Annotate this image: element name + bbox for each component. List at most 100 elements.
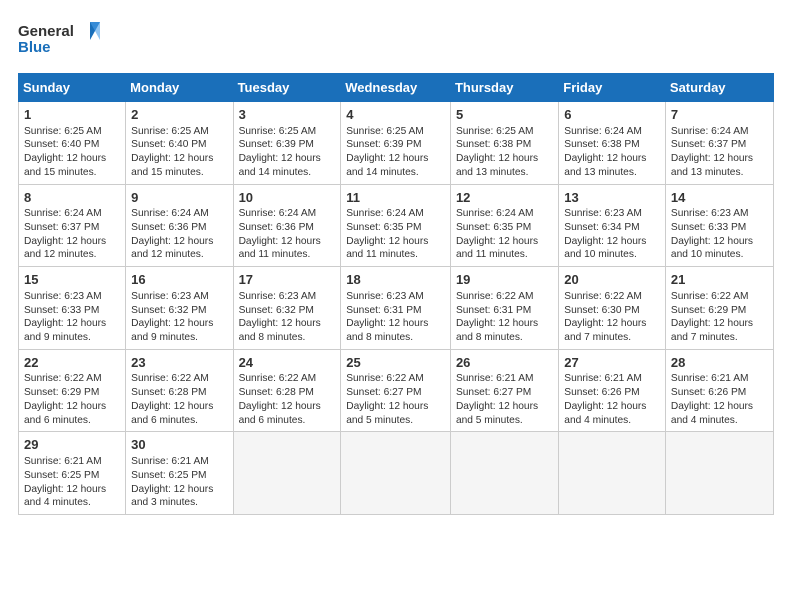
calendar-cell: 18Sunrise: 6:23 AMSunset: 6:31 PMDayligh… — [341, 267, 451, 350]
day-info: Sunrise: 6:23 AMSunset: 6:32 PMDaylight:… — [131, 290, 227, 345]
calendar-cell: 6Sunrise: 6:24 AMSunset: 6:38 PMDaylight… — [559, 102, 666, 185]
day-number: 26 — [456, 354, 553, 372]
day-info: Sunrise: 6:22 AMSunset: 6:28 PMDaylight:… — [239, 372, 336, 427]
day-number: 8 — [24, 189, 120, 207]
calendar-cell: 25Sunrise: 6:22 AMSunset: 6:27 PMDayligh… — [341, 349, 451, 432]
calendar-week-row: 1Sunrise: 6:25 AMSunset: 6:40 PMDaylight… — [19, 102, 774, 185]
calendar-table: Sunday Monday Tuesday Wednesday Thursday… — [18, 73, 774, 515]
day-info: Sunrise: 6:24 AMSunset: 6:37 PMDaylight:… — [24, 207, 120, 262]
calendar-cell: 17Sunrise: 6:23 AMSunset: 6:32 PMDayligh… — [233, 267, 341, 350]
calendar-cell — [450, 432, 558, 515]
day-number: 13 — [564, 189, 660, 207]
calendar-cell — [233, 432, 341, 515]
day-info: Sunrise: 6:24 AMSunset: 6:36 PMDaylight:… — [239, 207, 336, 262]
day-info: Sunrise: 6:21 AMSunset: 6:26 PMDaylight:… — [671, 372, 768, 427]
day-info: Sunrise: 6:24 AMSunset: 6:35 PMDaylight:… — [346, 207, 445, 262]
day-info: Sunrise: 6:21 AMSunset: 6:25 PMDaylight:… — [131, 455, 227, 510]
day-number: 28 — [671, 354, 768, 372]
col-saturday: Saturday — [665, 74, 773, 102]
day-info: Sunrise: 6:23 AMSunset: 6:33 PMDaylight:… — [671, 207, 768, 262]
day-number: 9 — [131, 189, 227, 207]
day-number: 23 — [131, 354, 227, 372]
calendar-cell: 1Sunrise: 6:25 AMSunset: 6:40 PMDaylight… — [19, 102, 126, 185]
calendar-cell: 23Sunrise: 6:22 AMSunset: 6:28 PMDayligh… — [126, 349, 233, 432]
day-info: Sunrise: 6:21 AMSunset: 6:27 PMDaylight:… — [456, 372, 553, 427]
calendar-cell: 29Sunrise: 6:21 AMSunset: 6:25 PMDayligh… — [19, 432, 126, 515]
calendar-cell: 9Sunrise: 6:24 AMSunset: 6:36 PMDaylight… — [126, 184, 233, 267]
day-info: Sunrise: 6:25 AMSunset: 6:39 PMDaylight:… — [239, 125, 336, 180]
calendar-cell: 28Sunrise: 6:21 AMSunset: 6:26 PMDayligh… — [665, 349, 773, 432]
day-number: 2 — [131, 106, 227, 124]
day-info: Sunrise: 6:22 AMSunset: 6:27 PMDaylight:… — [346, 372, 445, 427]
day-number: 16 — [131, 271, 227, 289]
calendar-cell: 30Sunrise: 6:21 AMSunset: 6:25 PMDayligh… — [126, 432, 233, 515]
day-number: 18 — [346, 271, 445, 289]
logo-icon: General Blue — [18, 18, 108, 63]
calendar-week-row: 29Sunrise: 6:21 AMSunset: 6:25 PMDayligh… — [19, 432, 774, 515]
calendar-week-row: 15Sunrise: 6:23 AMSunset: 6:33 PMDayligh… — [19, 267, 774, 350]
day-info: Sunrise: 6:21 AMSunset: 6:26 PMDaylight:… — [564, 372, 660, 427]
calendar-cell: 15Sunrise: 6:23 AMSunset: 6:33 PMDayligh… — [19, 267, 126, 350]
calendar-cell — [341, 432, 451, 515]
logo: General Blue — [18, 18, 108, 63]
day-number: 1 — [24, 106, 120, 124]
day-number: 30 — [131, 436, 227, 454]
calendar-cell: 16Sunrise: 6:23 AMSunset: 6:32 PMDayligh… — [126, 267, 233, 350]
day-number: 5 — [456, 106, 553, 124]
day-info: Sunrise: 6:23 AMSunset: 6:34 PMDaylight:… — [564, 207, 660, 262]
calendar-cell: 26Sunrise: 6:21 AMSunset: 6:27 PMDayligh… — [450, 349, 558, 432]
day-number: 14 — [671, 189, 768, 207]
day-info: Sunrise: 6:24 AMSunset: 6:38 PMDaylight:… — [564, 125, 660, 180]
day-number: 6 — [564, 106, 660, 124]
col-monday: Monday — [126, 74, 233, 102]
calendar-cell: 19Sunrise: 6:22 AMSunset: 6:31 PMDayligh… — [450, 267, 558, 350]
calendar-cell: 22Sunrise: 6:22 AMSunset: 6:29 PMDayligh… — [19, 349, 126, 432]
day-number: 12 — [456, 189, 553, 207]
day-number: 10 — [239, 189, 336, 207]
day-info: Sunrise: 6:24 AMSunset: 6:36 PMDaylight:… — [131, 207, 227, 262]
day-info: Sunrise: 6:25 AMSunset: 6:39 PMDaylight:… — [346, 125, 445, 180]
calendar-cell: 12Sunrise: 6:24 AMSunset: 6:35 PMDayligh… — [450, 184, 558, 267]
calendar-cell: 27Sunrise: 6:21 AMSunset: 6:26 PMDayligh… — [559, 349, 666, 432]
calendar-cell: 14Sunrise: 6:23 AMSunset: 6:33 PMDayligh… — [665, 184, 773, 267]
day-info: Sunrise: 6:23 AMSunset: 6:32 PMDaylight:… — [239, 290, 336, 345]
calendar-week-row: 8Sunrise: 6:24 AMSunset: 6:37 PMDaylight… — [19, 184, 774, 267]
calendar-cell: 11Sunrise: 6:24 AMSunset: 6:35 PMDayligh… — [341, 184, 451, 267]
day-number: 24 — [239, 354, 336, 372]
day-number: 17 — [239, 271, 336, 289]
day-info: Sunrise: 6:22 AMSunset: 6:29 PMDaylight:… — [24, 372, 120, 427]
calendar-cell: 4Sunrise: 6:25 AMSunset: 6:39 PMDaylight… — [341, 102, 451, 185]
calendar-cell — [665, 432, 773, 515]
day-number: 29 — [24, 436, 120, 454]
day-info: Sunrise: 6:23 AMSunset: 6:33 PMDaylight:… — [24, 290, 120, 345]
col-thursday: Thursday — [450, 74, 558, 102]
header: General Blue — [18, 18, 774, 63]
day-info: Sunrise: 6:24 AMSunset: 6:35 PMDaylight:… — [456, 207, 553, 262]
calendar-week-row: 22Sunrise: 6:22 AMSunset: 6:29 PMDayligh… — [19, 349, 774, 432]
calendar-cell: 7Sunrise: 6:24 AMSunset: 6:37 PMDaylight… — [665, 102, 773, 185]
calendar-cell: 20Sunrise: 6:22 AMSunset: 6:30 PMDayligh… — [559, 267, 666, 350]
calendar-cell: 13Sunrise: 6:23 AMSunset: 6:34 PMDayligh… — [559, 184, 666, 267]
day-number: 22 — [24, 354, 120, 372]
day-info: Sunrise: 6:24 AMSunset: 6:37 PMDaylight:… — [671, 125, 768, 180]
day-info: Sunrise: 6:22 AMSunset: 6:28 PMDaylight:… — [131, 372, 227, 427]
calendar-header-row: Sunday Monday Tuesday Wednesday Thursday… — [19, 74, 774, 102]
col-tuesday: Tuesday — [233, 74, 341, 102]
day-number: 11 — [346, 189, 445, 207]
col-sunday: Sunday — [19, 74, 126, 102]
col-friday: Friday — [559, 74, 666, 102]
day-number: 4 — [346, 106, 445, 124]
day-number: 15 — [24, 271, 120, 289]
calendar-cell — [559, 432, 666, 515]
day-info: Sunrise: 6:23 AMSunset: 6:31 PMDaylight:… — [346, 290, 445, 345]
calendar-cell: 8Sunrise: 6:24 AMSunset: 6:37 PMDaylight… — [19, 184, 126, 267]
day-info: Sunrise: 6:22 AMSunset: 6:29 PMDaylight:… — [671, 290, 768, 345]
calendar-body: 1Sunrise: 6:25 AMSunset: 6:40 PMDaylight… — [19, 102, 774, 515]
calendar-cell: 10Sunrise: 6:24 AMSunset: 6:36 PMDayligh… — [233, 184, 341, 267]
day-number: 25 — [346, 354, 445, 372]
svg-text:General: General — [18, 23, 74, 40]
day-info: Sunrise: 6:21 AMSunset: 6:25 PMDaylight:… — [24, 455, 120, 510]
day-info: Sunrise: 6:22 AMSunset: 6:31 PMDaylight:… — [456, 290, 553, 345]
day-number: 27 — [564, 354, 660, 372]
day-info: Sunrise: 6:25 AMSunset: 6:40 PMDaylight:… — [24, 125, 120, 180]
